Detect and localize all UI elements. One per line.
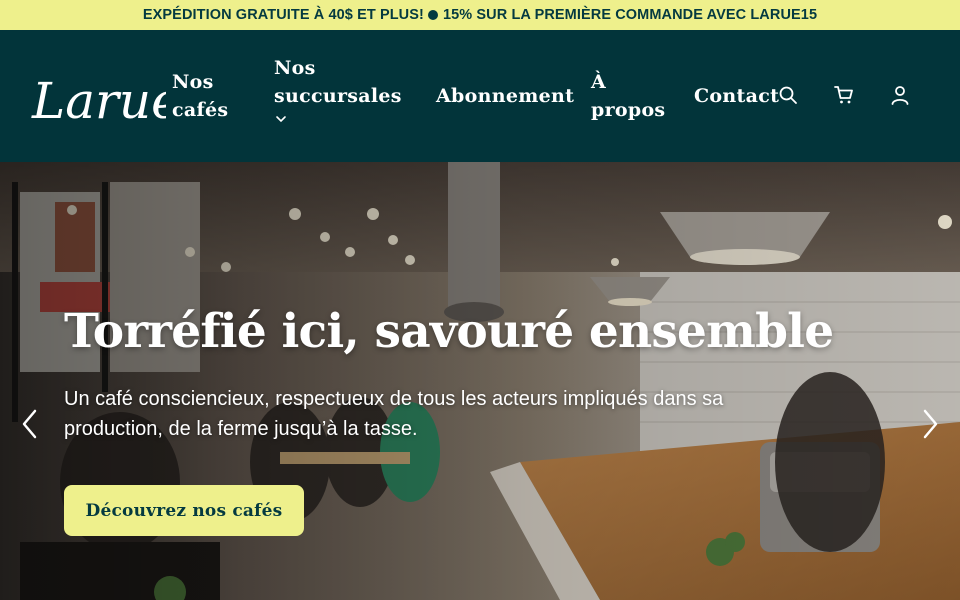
nav-nos-succursales[interactable]: Nos succursales: [274, 54, 402, 126]
hero-subtitle: Un café consciencieux, respectueux de to…: [64, 388, 724, 440]
nav-label: Nos: [274, 57, 316, 79]
nav-contact[interactable]: Contact: [694, 82, 779, 110]
site-header: Larue Nos cafés Nos succursales Abonneme…: [0, 30, 960, 162]
nav-label: Abonnement: [436, 85, 575, 107]
announcement-shipping-text: EXPÉDITION GRATUITE À 40$ ET PLUS!: [142, 7, 424, 23]
nav-label: succursales: [274, 85, 402, 107]
larue-logo[interactable]: Larue: [30, 68, 166, 126]
nav-abonnement[interactable]: Abonnement: [436, 82, 574, 110]
chevron-left-icon[interactable]: [19, 407, 41, 441]
announcement-bar: EXPÉDITION GRATUITE À 40$ ET PLUS! 15% S…: [0, 0, 960, 30]
chevron-right-icon[interactable]: [919, 407, 941, 441]
nav-label: À: [591, 71, 607, 93]
nav-a-propos[interactable]: À propos: [591, 68, 665, 124]
hero-banner: Torréfié ici, savouré ensemble Un café c…: [0, 162, 960, 600]
discover-coffees-button[interactable]: Découvrez nos cafés: [64, 485, 304, 536]
announcement-promo-text: 15% SUR LA PREMIÈRE COMMANDE AVEC LARUE1…: [442, 7, 818, 23]
hero-title: Torréfié ici, savouré ensemble: [64, 304, 834, 359]
nav-nos-cafes[interactable]: Nos cafés: [172, 68, 228, 124]
nav-label: Contact: [694, 85, 780, 107]
nav-label: Nos: [172, 71, 214, 93]
account-icon[interactable]: [889, 84, 911, 106]
separator-dot: [427, 10, 438, 20]
cart-icon[interactable]: [833, 84, 855, 106]
svg-text:Larue: Larue: [31, 72, 166, 126]
chevron-down-icon[interactable]: [274, 112, 288, 126]
nav-label: cafés: [172, 99, 229, 121]
search-icon[interactable]: [777, 84, 799, 106]
nav-label: propos: [591, 99, 666, 121]
